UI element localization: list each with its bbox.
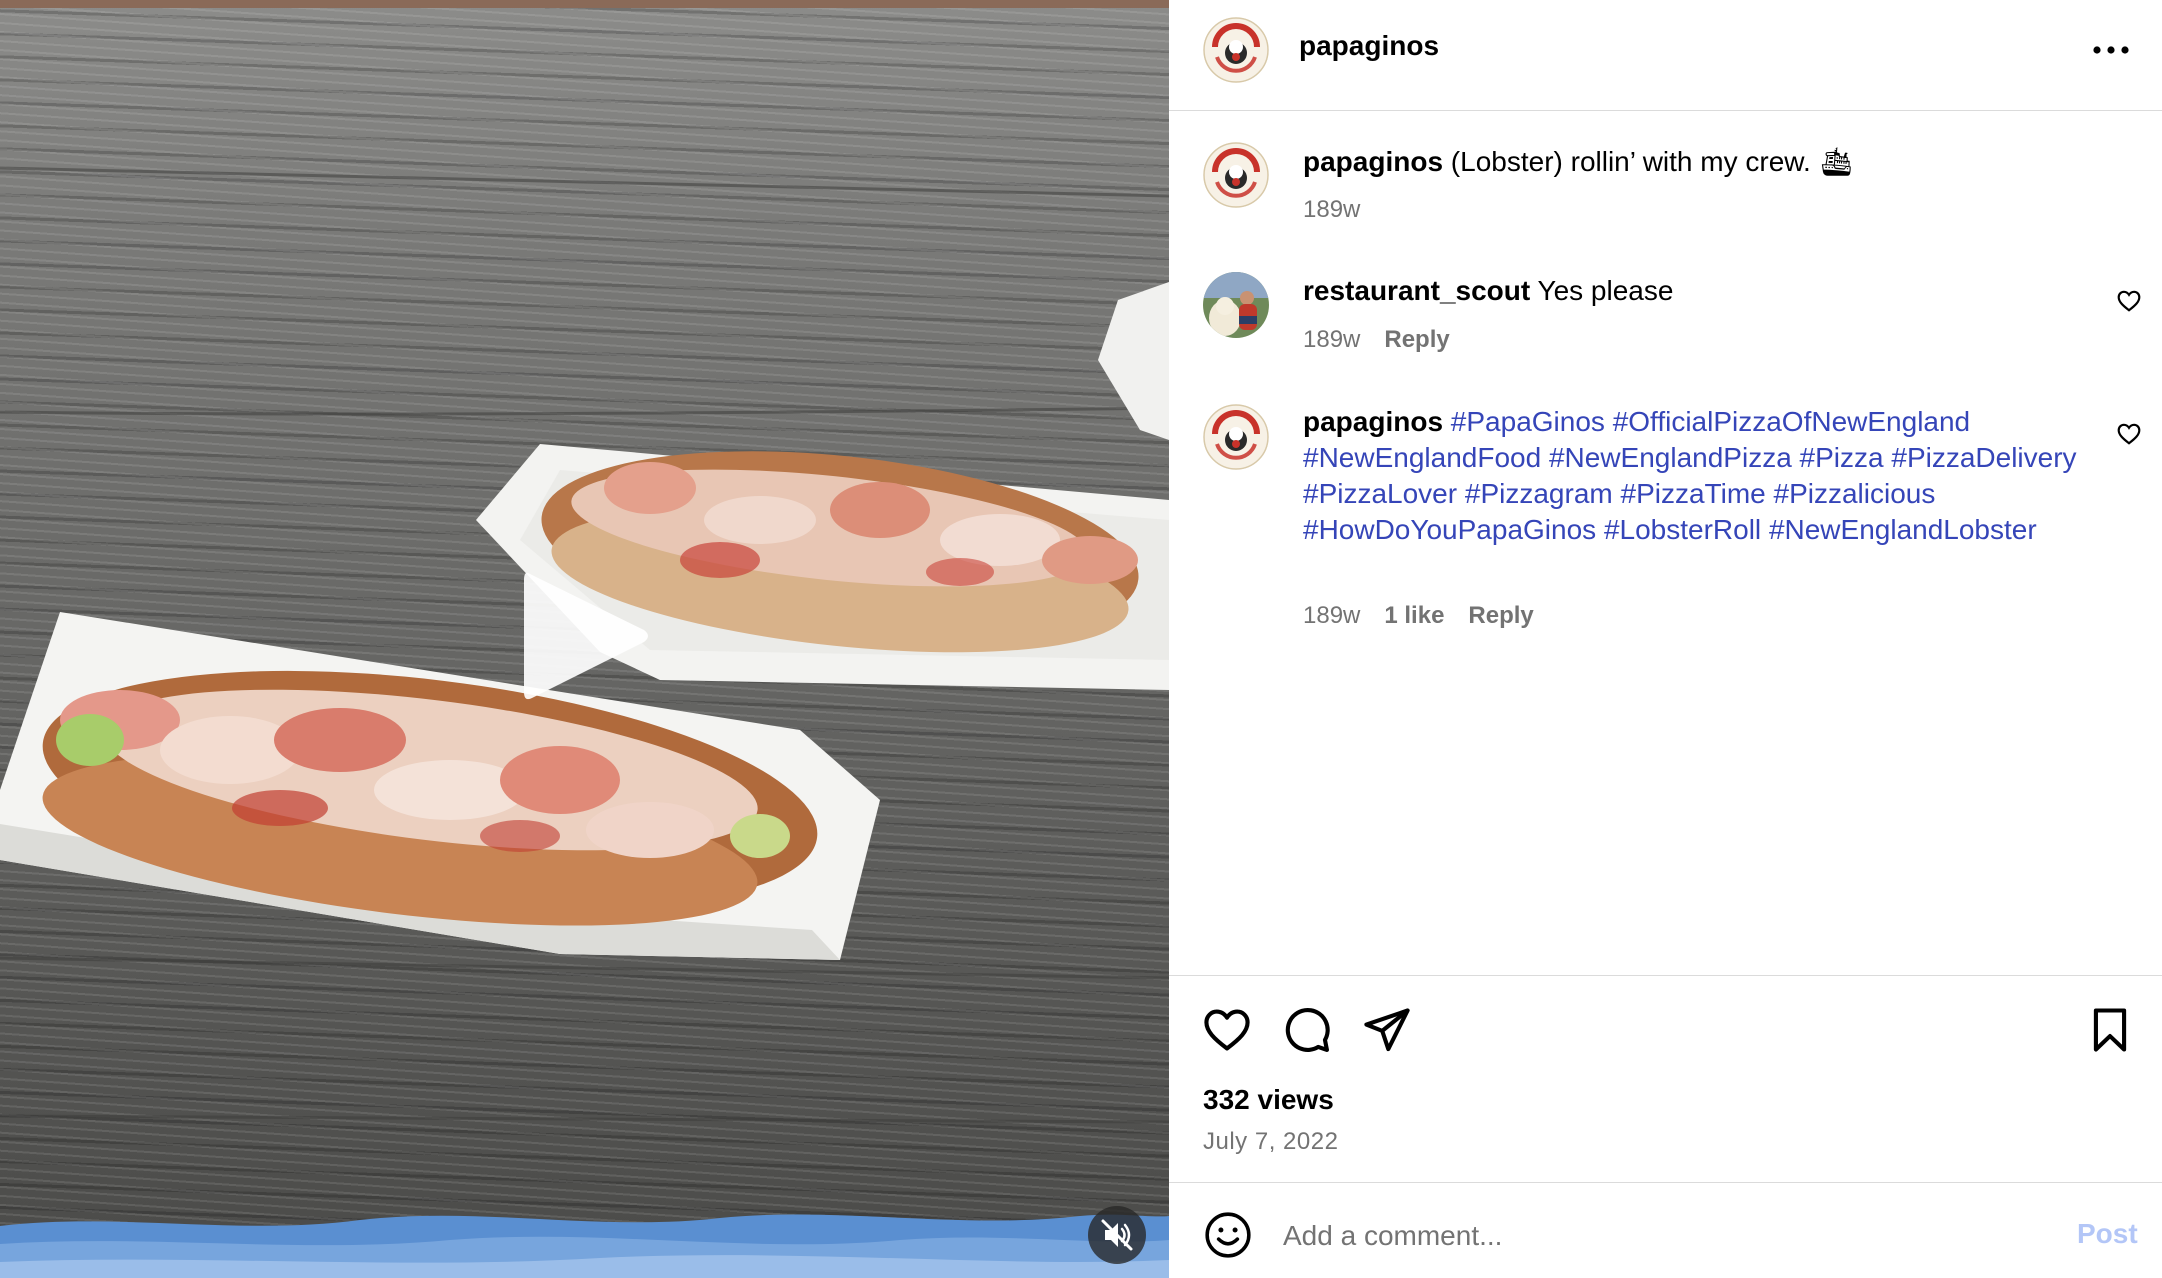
hashtag-link[interactable]: #Pizza (1800, 442, 1884, 473)
instagram-post-view: papaginos papaginos (Lobster) rollin’ wi… (0, 0, 2162, 1278)
share-button[interactable] (1361, 1004, 1413, 1056)
like-button[interactable] (1201, 1004, 1253, 1056)
caption: papaginos (Lobster) rollin’ with my crew… (1303, 144, 2083, 180)
header-divider (1169, 110, 2162, 111)
comment: restaurant_scout Yes please (1303, 273, 2083, 309)
paper-plane-icon (1364, 1008, 1410, 1052)
mute-toggle-button[interactable] (1088, 1206, 1146, 1264)
water-strip (0, 1214, 1169, 1278)
papaginos-logo-icon (1203, 142, 1269, 208)
comment-username[interactable]: restaurant_scout (1303, 275, 1530, 306)
speech-bubble-icon (1285, 1008, 1330, 1052)
comment-text: Yes please (1537, 275, 1674, 306)
play-icon (524, 572, 648, 700)
restaurant-scout-avatar[interactable] (1203, 272, 1269, 338)
hashtag-link[interactable]: #PizzaLover (1303, 478, 1457, 509)
like-comment-button[interactable] (2116, 421, 2142, 447)
post-side-panel: papaginos papaginos (Lobster) rollin’ wi… (1169, 0, 2162, 1278)
top-trim (0, 0, 1169, 8)
play-button[interactable] (520, 566, 652, 706)
hashtag-link[interactable]: #LobsterRoll (1604, 514, 1761, 545)
papaginos-logo-icon (1203, 404, 1269, 470)
hashtag-link[interactable]: #NewEnglandFood (1303, 442, 1541, 473)
bookmark-icon (2093, 1008, 2127, 1052)
save-button[interactable] (2084, 1004, 2136, 1056)
ship-emoji: 🛳 (1818, 146, 1855, 177)
hashtag-link[interactable]: #PapaGinos (1451, 406, 1605, 437)
caption-age[interactable]: 189w (1303, 196, 1360, 224)
hashtag-link[interactable]: #OfficialPizzaOfNewEngland (1613, 406, 1970, 437)
caption-text: (Lobster) rollin’ with my crew. (1450, 146, 1811, 177)
muted-speaker-icon (1101, 1219, 1133, 1251)
comment-meta: 189w 1 like Reply (1303, 602, 1534, 630)
reply-button[interactable]: Reply (1468, 602, 1533, 630)
comment-button[interactable] (1281, 1004, 1333, 1056)
smiley-icon (1205, 1212, 1251, 1258)
emoji-picker-button[interactable] (1203, 1210, 1253, 1260)
hashtag-link[interactable]: #Pizzagram (1465, 478, 1613, 509)
author-avatar[interactable] (1203, 17, 1269, 83)
caption-author-avatar[interactable] (1203, 142, 1269, 208)
post-comment-button[interactable]: Post (2077, 1218, 2138, 1250)
hashtag-comment: papaginos #PapaGinos #OfficialPizzaOfNew… (1303, 404, 2083, 548)
hashtag-link[interactable]: #HowDoYouPapaGinos (1303, 514, 1596, 545)
hashtag-link[interactable]: #NewEnglandPizza (1549, 442, 1792, 473)
hashtag-link[interactable]: #NewEnglandLobster (1769, 514, 2037, 545)
more-options-button[interactable] (2087, 34, 2135, 66)
like-comment-button[interactable] (2116, 288, 2142, 314)
comment-age[interactable]: 189w (1303, 326, 1360, 354)
papaginos-comment-avatar[interactable] (1203, 404, 1269, 470)
caption-username[interactable]: papaginos (1303, 146, 1443, 177)
comment-input[interactable] (1283, 1214, 2003, 1258)
ellipsis-icon (2093, 46, 2129, 54)
comment-age[interactable]: 189w (1303, 602, 1360, 630)
hashtag-link[interactable]: #PizzaDelivery (1891, 442, 2076, 473)
comments-divider (1169, 975, 2162, 976)
post-date[interactable]: July 7, 2022 (1203, 1128, 1338, 1156)
profile-photo-icon (1203, 272, 1269, 338)
back-tray-edge (1098, 282, 1169, 440)
hashtag-link[interactable]: #PizzaTime (1621, 478, 1766, 509)
comment-username[interactable]: papaginos (1303, 406, 1443, 437)
likes-count[interactable]: 1 like (1384, 602, 1444, 630)
heart-outline-icon (2117, 423, 2141, 445)
comment-meta: 189w Reply (1303, 326, 1450, 354)
reply-button[interactable]: Reply (1384, 326, 1449, 354)
composer-divider (1169, 1182, 2162, 1183)
caption-meta: 189w (1303, 196, 1360, 224)
hashtag-link[interactable]: #Pizzalicious (1774, 478, 1936, 509)
heart-icon (1204, 1009, 1250, 1051)
heart-outline-icon (2117, 290, 2141, 312)
post-author-username[interactable]: papaginos (1299, 30, 1439, 62)
post-video[interactable] (0, 0, 1169, 1278)
views-count[interactable]: 332 views (1203, 1084, 1334, 1116)
papaginos-logo-icon (1203, 17, 1269, 83)
